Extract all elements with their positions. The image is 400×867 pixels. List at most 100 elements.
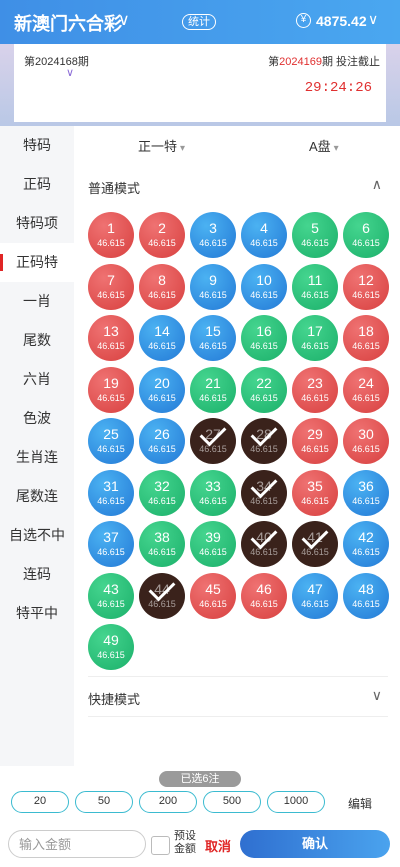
number-ball[interactable]: 10 46.615: [241, 263, 287, 310]
sidebar-item[interactable]: 生肖连: [0, 438, 74, 477]
sidebar-item[interactable]: 尾数连: [0, 477, 74, 516]
number-ball[interactable]: 23 46.615: [292, 366, 338, 413]
amount-input[interactable]: [8, 830, 146, 858]
ball-number: 20: [154, 374, 170, 391]
number-ball[interactable]: 28 46.615: [241, 418, 287, 464]
sidebar-item[interactable]: 六肖: [0, 360, 74, 399]
ball-odds: 46.615: [250, 444, 278, 454]
number-ball[interactable]: 14 46.615: [139, 315, 185, 361]
number-ball[interactable]: 1 46.615: [88, 212, 134, 258]
number-ball[interactable]: 34 46.615: [241, 469, 287, 516]
sidebar-item[interactable]: 尾数: [0, 321, 74, 360]
ball-number: 17: [307, 323, 323, 339]
number-ball[interactable]: 17 46.615: [292, 315, 338, 361]
number-ball[interactable]: 5 46.615: [292, 212, 338, 258]
balance-amount[interactable]: 4875.42: [316, 13, 367, 29]
amount-chip[interactable]: 200: [139, 791, 197, 813]
number-ball[interactable]: 11 46.615: [292, 263, 338, 310]
sidebar-item[interactable]: 色波: [0, 399, 74, 438]
sidebar-item[interactable]: 正码: [0, 165, 74, 204]
number-ball[interactable]: 47 46.615: [292, 572, 338, 619]
number-ball[interactable]: 49 46.615: [88, 624, 134, 670]
number-ball[interactable]: 26 46.615: [139, 418, 185, 464]
number-ball[interactable]: 8 46.615: [139, 263, 185, 310]
number-ball[interactable]: 9 46.615: [190, 263, 236, 310]
amount-chip[interactable]: 1000: [267, 791, 325, 813]
selected-count-badge: 已选6注: [159, 771, 241, 787]
number-ball[interactable]: 12 46.615: [343, 263, 389, 310]
number-ball[interactable]: 21 46.615: [190, 366, 236, 413]
amount-chip[interactable]: 50: [75, 791, 133, 813]
lottery-title[interactable]: 新澳门六合彩: [14, 10, 122, 36]
stats-button[interactable]: 统计: [182, 14, 216, 30]
number-ball[interactable]: 35 46.615: [292, 469, 338, 516]
number-ball[interactable]: 2 46.615: [139, 212, 185, 258]
number-ball[interactable]: 18 46.615: [343, 315, 389, 361]
chevron-down-icon[interactable]: ∨: [66, 66, 74, 79]
sidebar-item[interactable]: 连码: [0, 555, 74, 594]
chevron-down-icon[interactable]: ∨: [368, 11, 378, 28]
number-ball[interactable]: 46 46.615: [241, 572, 287, 619]
ball-number: 21: [205, 374, 221, 391]
ball-number: 5: [311, 220, 319, 236]
number-ball[interactable]: 33 46.615: [190, 469, 236, 516]
previous-period[interactable]: 第2024168期: [24, 53, 89, 69]
number-ball[interactable]: 43 46.615: [88, 572, 134, 619]
ball-number: 48: [358, 580, 374, 597]
ball-odds: 46.615: [97, 598, 125, 609]
chevron-down-icon[interactable]: ∨: [118, 10, 130, 30]
number-ball[interactable]: 48 46.615: [343, 572, 389, 619]
sidebar-item[interactable]: 特平中: [0, 594, 74, 633]
number-ball[interactable]: 20 46.615: [139, 366, 185, 413]
number-ball[interactable]: 7 46.615: [88, 263, 134, 310]
sidebar-item[interactable]: 特码: [0, 126, 74, 165]
number-ball[interactable]: 24 46.615: [343, 366, 389, 413]
number-ball[interactable]: 22 46.615: [241, 366, 287, 413]
number-ball[interactable]: 15 46.615: [190, 315, 236, 361]
number-ball[interactable]: 44 46.615: [139, 572, 185, 619]
number-ball[interactable]: 39 46.615: [190, 521, 236, 567]
chevron-up-icon[interactable]: ∧: [372, 176, 382, 193]
number-ball[interactable]: 37 46.615: [88, 521, 134, 567]
number-ball[interactable]: 41 46.615: [292, 521, 338, 567]
number-ball[interactable]: 40 46.615: [241, 521, 287, 567]
sidebar-item[interactable]: 正码特: [0, 243, 74, 282]
number-ball[interactable]: 29 46.615: [292, 418, 338, 464]
chevron-down-icon[interactable]: ∨: [372, 687, 382, 704]
quick-mode-header[interactable]: 快捷模式 ∨: [88, 687, 388, 709]
number-ball[interactable]: 31 46.615: [88, 469, 134, 516]
ball-odds: 46.615: [148, 341, 176, 351]
number-ball[interactable]: 16 46.615: [241, 315, 287, 361]
preset-amount-label[interactable]: 预设金额: [174, 830, 202, 856]
normal-mode-header[interactable]: 普通模式 ∧: [88, 176, 388, 198]
market-selector[interactable]: A盘 ▾: [309, 136, 339, 155]
number-ball[interactable]: 3 46.615: [190, 212, 236, 258]
ball-odds: 46.615: [352, 392, 380, 403]
market-selector-label: A盘: [309, 139, 331, 154]
edit-chips-button[interactable]: 编辑: [348, 795, 372, 812]
sidebar-item[interactable]: 自选不中: [0, 516, 74, 555]
ball-odds: 46.615: [97, 341, 125, 351]
ball-number: 19: [103, 374, 119, 391]
number-ball[interactable]: 45 46.615: [190, 572, 236, 619]
number-ball[interactable]: 13 46.615: [88, 315, 134, 361]
amount-chip[interactable]: 500: [203, 791, 261, 813]
number-ball[interactable]: 38 46.615: [139, 521, 185, 567]
number-ball[interactable]: 32 46.615: [139, 469, 185, 516]
number-ball[interactable]: 19 46.615: [88, 366, 134, 413]
number-ball[interactable]: 25 46.615: [88, 418, 134, 464]
sidebar-item[interactable]: 特码项: [0, 204, 74, 243]
number-ball[interactable]: 27 46.615: [190, 418, 236, 464]
cancel-button[interactable]: 取消: [205, 836, 231, 855]
number-ball[interactable]: 4 46.615: [241, 212, 287, 258]
confirm-button[interactable]: 确认: [240, 830, 390, 858]
number-ball[interactable]: 36 46.615: [343, 469, 389, 516]
preset-amount-checkbox[interactable]: [151, 836, 170, 855]
ball-number: 25: [103, 426, 119, 442]
number-ball[interactable]: 30 46.615: [343, 418, 389, 464]
position-selector[interactable]: 正一特 ▾: [138, 136, 185, 155]
number-ball[interactable]: 42 46.615: [343, 521, 389, 567]
amount-chip[interactable]: 20: [11, 791, 69, 813]
number-ball[interactable]: 6 46.615: [343, 212, 389, 258]
sidebar-item[interactable]: 一肖: [0, 282, 74, 321]
